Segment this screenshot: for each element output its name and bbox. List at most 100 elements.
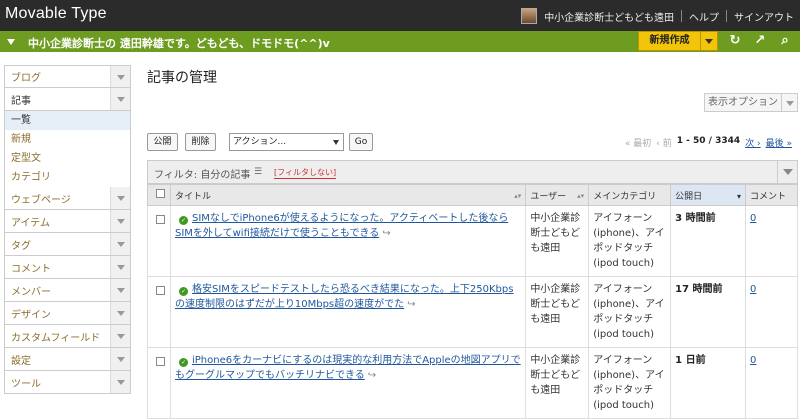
sidebar-item-tools[interactable]: ツール: [4, 371, 131, 394]
sidebar-item-assets[interactable]: アイテム: [4, 210, 131, 233]
user-cell: 中小企業診断士どもども遠田: [525, 205, 590, 277]
sidebar-item-members[interactable]: メンバー: [4, 279, 131, 302]
category-cell: アイフォーン(iphone)、アイポッドタッチ(ipod touch): [588, 276, 672, 348]
new-button[interactable]: 新規作成: [638, 31, 718, 51]
new-button-label[interactable]: 新規作成: [639, 32, 700, 50]
published-status-icon: ✓: [178, 216, 188, 225]
app-logo[interactable]: Movable Type: [5, 5, 107, 23]
comment-count-link[interactable]: 0: [750, 213, 756, 224]
submenu-list[interactable]: 一覧: [5, 111, 130, 130]
sidebar-item-label: デザイン: [11, 309, 51, 321]
entry-title-link[interactable]: iPhone6をカーナビにするのは現実的な利用方法でAppleの地図アプリでもグ…: [175, 355, 521, 381]
chevron-down-icon[interactable]: [110, 371, 130, 393]
signout-link[interactable]: サインアウト: [734, 9, 794, 24]
col-comment-label: コメント: [750, 191, 787, 202]
submenu-category[interactable]: カテゴリ: [5, 168, 130, 187]
help-link[interactable]: ヘルプ: [689, 9, 719, 24]
chevron-down-icon[interactable]: [110, 66, 130, 87]
sidebar-item-design[interactable]: デザイン: [4, 302, 131, 325]
divider: [726, 10, 727, 22]
sidebar-item-label: ブログ: [11, 73, 41, 84]
chevron-down-icon[interactable]: [110, 279, 130, 301]
filter-toggle-icon[interactable]: [777, 161, 797, 183]
page-title: 記事の管理: [147, 70, 217, 86]
chevron-down-icon[interactable]: [110, 88, 130, 110]
comment-count-link[interactable]: 0: [750, 355, 756, 366]
table-row: ✓ 格安SIMをスピードテストしたら恐るべき結果になった。上下250Kbpsの速度…: [147, 276, 798, 348]
sidebar-item-label: カスタムフィールド: [11, 332, 101, 344]
chevron-down-icon[interactable]: [110, 187, 130, 209]
avatar[interactable]: [521, 8, 538, 24]
col-comment[interactable]: コメント: [745, 184, 798, 206]
sidebar-item-comments[interactable]: コメント: [4, 256, 131, 279]
sidebar-item-entries[interactable]: 記事: [4, 88, 131, 111]
pager-prev: ‹ 前: [656, 139, 672, 149]
filter-label[interactable]: フィルタ: 自分の記事: [154, 166, 250, 181]
pager: « 最初 ‹ 前 1 - 50 / 3344 次 › 最後 »: [625, 136, 792, 149]
row-checkbox[interactable]: [156, 286, 165, 295]
col-user[interactable]: ユーザー ▴▾: [525, 184, 590, 206]
display-options-button[interactable]: 表示オプション: [704, 93, 798, 112]
sidebar-item-label: コメント: [11, 263, 51, 275]
chevron-down-icon[interactable]: [110, 325, 130, 347]
entries-table: タイトル ▴▾ ユーザー ▴▾ メインカテゴリ 公開日 ▾ コメント ✓ SIMなしでi…: [147, 184, 798, 419]
title-cell: ✓ iPhone6をカーナビにするのは現実的な利用方法でAppleの地図アプリでも…: [169, 347, 527, 419]
entry-title-link[interactable]: SIMなしでiPhone6が使えるようになった。アクティベートした後ならSIMを…: [175, 213, 508, 239]
filter-bar: フィルタ: 自分の記事 ☰ [フィルタしない]: [147, 160, 798, 184]
category-cell: アイフォーン(iphone)、アイポッドタッチ(ipod touch): [588, 347, 672, 419]
user-cell: 中小企業診断士どもども遠田: [525, 347, 590, 419]
chevron-down-icon[interactable]: [110, 210, 130, 232]
chevron-down-icon[interactable]: [110, 233, 130, 255]
blog-name[interactable]: 中小企業診断士の 遠田幹雄です。どもども、ドモドモ(^^)v: [28, 35, 330, 51]
col-category[interactable]: メインカテゴリ: [588, 184, 672, 206]
table-row: ✓ iPhone6をカーナビにするのは現実的な利用方法でAppleの地図アプリでも…: [147, 347, 798, 419]
col-user-label: ユーザー: [530, 191, 567, 202]
publish-button[interactable]: 公開: [147, 133, 178, 151]
select-all-checkbox[interactable]: [156, 189, 165, 198]
sidebar-item-custom-fields[interactable]: カスタムフィールド: [4, 325, 131, 348]
col-date[interactable]: 公開日 ▾: [670, 184, 747, 206]
filter-list-icon[interactable]: ☰: [254, 167, 262, 177]
col-date-label: 公開日: [675, 191, 703, 202]
view-entry-icon[interactable]: ↪: [382, 228, 390, 239]
sort-icon: ▴▾: [514, 192, 522, 200]
top-bar: Movable Type 中小企業診断士どもども遠田 ヘルプ サインアウト: [0, 0, 800, 31]
title-cell: ✓ SIMなしでiPhone6が使えるようになった。アクティベートした後ならSIM…: [169, 205, 527, 277]
row-checkbox[interactable]: [156, 357, 165, 366]
sidebar-item-blog[interactable]: ブログ: [4, 65, 131, 88]
row-select-cell: [147, 347, 171, 419]
go-button[interactable]: Go: [349, 133, 373, 151]
date-cell: 17 時間前: [670, 276, 747, 348]
chevron-down-icon[interactable]: [110, 348, 130, 370]
view-entry-icon[interactable]: ↪: [407, 299, 415, 310]
chevron-down-icon[interactable]: [781, 94, 797, 111]
table-header-row: タイトル ▴▾ ユーザー ▴▾ メインカテゴリ 公開日 ▾ コメント: [147, 184, 798, 206]
entry-title-link[interactable]: 格安SIMをスピードテストしたら恐るべき結果になった。上下250Kbpsの速度制…: [175, 284, 513, 310]
user-link[interactable]: 中小企業診断士どもども遠田: [544, 9, 674, 24]
sidebar-item-settings[interactable]: 設定: [4, 348, 131, 371]
row-checkbox[interactable]: [156, 215, 165, 224]
submenu-new[interactable]: 新規: [5, 130, 130, 149]
blog-switch-icon[interactable]: [7, 39, 15, 45]
sidebar-item-tags[interactable]: タグ: [4, 233, 131, 256]
chevron-down-icon[interactable]: [110, 302, 130, 324]
action-select[interactable]: アクション...: [229, 133, 344, 151]
col-title[interactable]: タイトル ▴▾: [169, 184, 527, 206]
new-dropdown-icon[interactable]: [700, 32, 717, 50]
view-entry-icon[interactable]: ↪: [368, 370, 376, 381]
remove-filter-link[interactable]: [フィルタしない]: [274, 167, 337, 179]
delete-button[interactable]: 削除: [185, 133, 216, 151]
table-row: ✓ SIMなしでiPhone6が使えるようになった。アクティベートした後ならSIM…: [147, 205, 798, 277]
sort-icon: ▴▾: [577, 192, 585, 200]
pager-next[interactable]: 次 ›: [745, 136, 760, 149]
submenu-boilerplate[interactable]: 定型文: [5, 149, 130, 168]
search-icon[interactable]: ⌕: [777, 33, 793, 49]
pager-last[interactable]: 最後 »: [766, 136, 792, 149]
refresh-icon[interactable]: ↻: [727, 33, 743, 49]
chevron-down-icon[interactable]: [110, 256, 130, 278]
sidebar-item-pages[interactable]: ウェブページ: [4, 187, 131, 210]
date-cell: 1 日前: [670, 347, 747, 419]
comment-count-link[interactable]: 0: [750, 284, 756, 295]
view-site-icon[interactable]: ↗: [752, 33, 768, 49]
sidebar-item-label: メンバー: [11, 286, 51, 298]
